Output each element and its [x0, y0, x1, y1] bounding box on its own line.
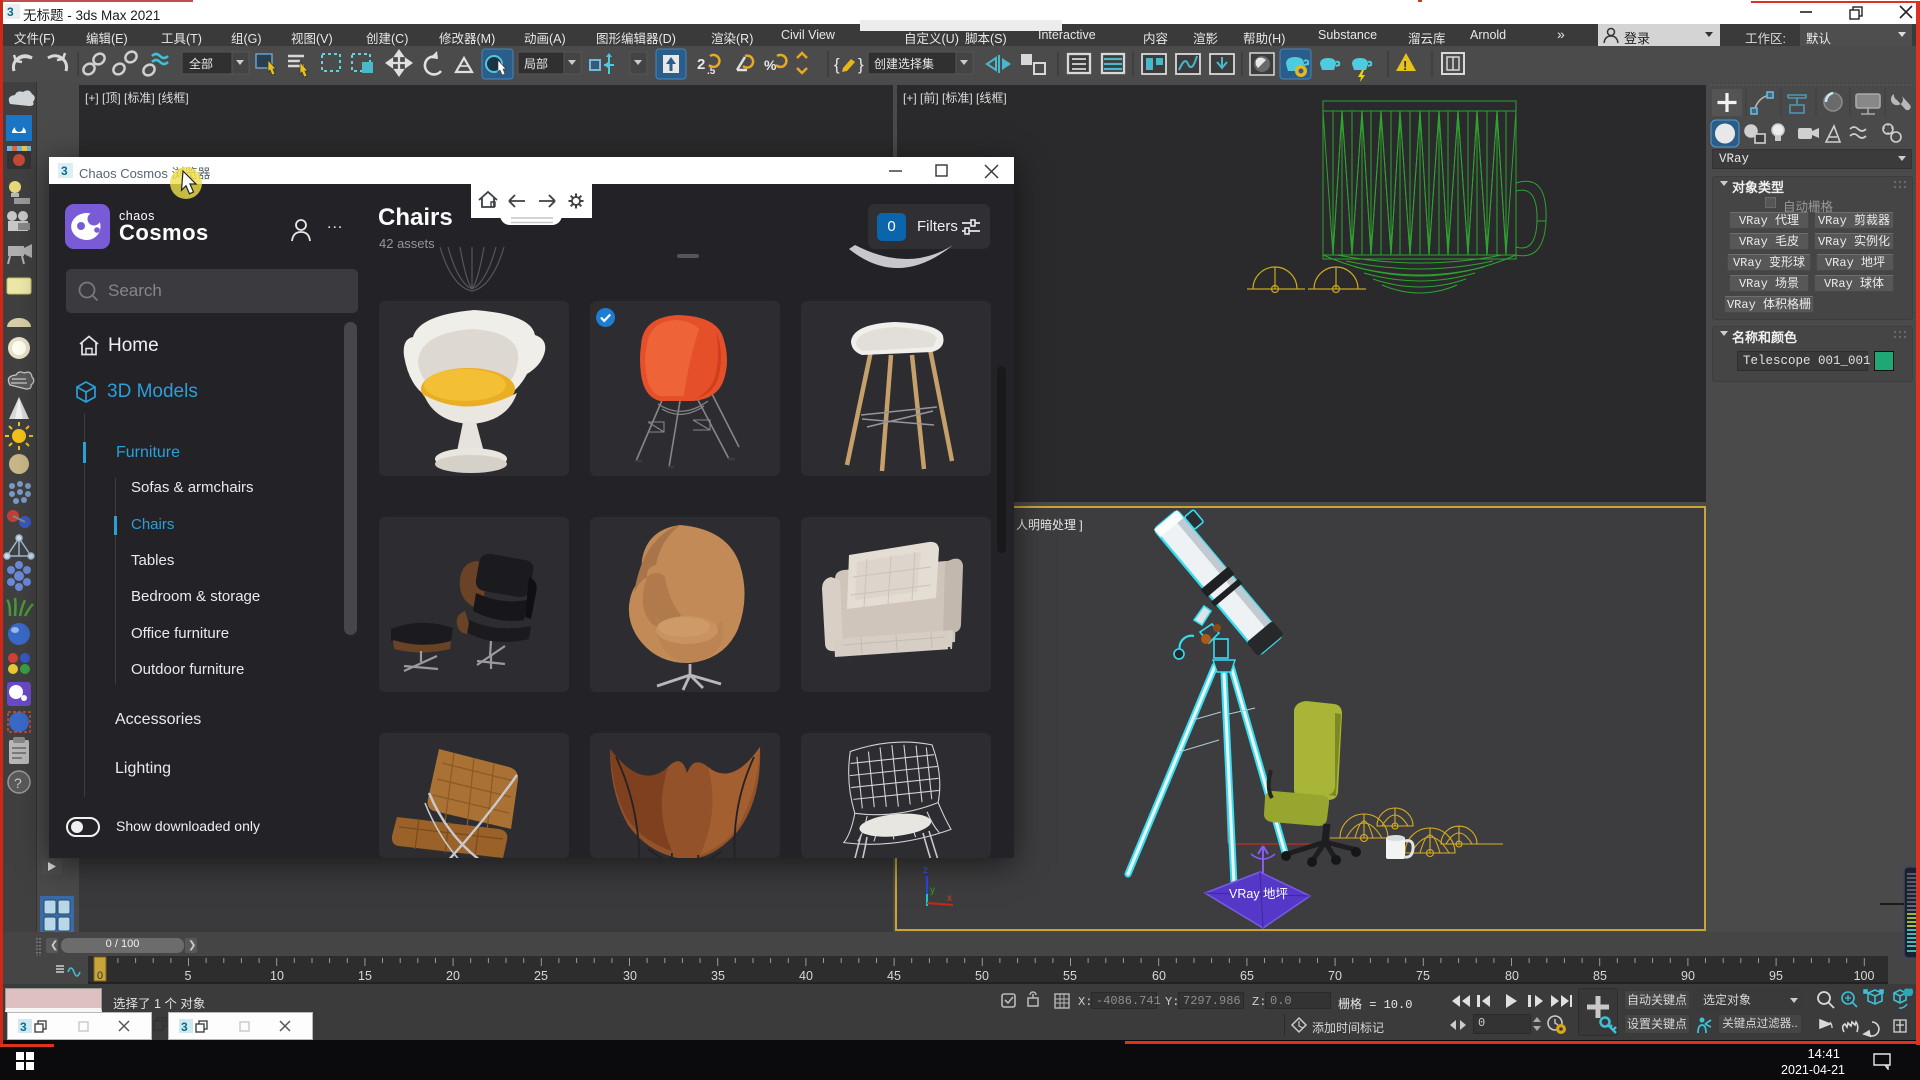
svg-text:90: 90 [1681, 969, 1695, 983]
svg-text:100: 100 [1854, 969, 1875, 983]
svg-text:?: ? [14, 775, 22, 791]
svg-text:75: 75 [1416, 969, 1430, 983]
svg-text:2: 2 [697, 56, 705, 73]
svg-text:创建选择集: 创建选择集 [874, 56, 934, 71]
svg-text:85: 85 [1593, 969, 1607, 983]
svg-text:}: } [858, 55, 864, 74]
svg-text:全部: 全部 [189, 56, 213, 71]
svg-text:{: { [834, 55, 840, 74]
svg-text:x: x [947, 893, 952, 904]
svg-text:40: 40 [799, 969, 813, 983]
svg-text:80: 80 [1505, 969, 1519, 983]
svg-text:y: y [930, 885, 935, 896]
svg-text:z: z [923, 865, 928, 876]
svg-text:10: 10 [270, 969, 284, 983]
svg-text:%: % [764, 57, 777, 73]
svg-text:3: 3 [7, 5, 14, 19]
svg-text:45: 45 [887, 969, 901, 983]
svg-text:35: 35 [711, 969, 725, 983]
svg-text:3: 3 [181, 1020, 188, 1034]
svg-text:15: 15 [358, 969, 372, 983]
svg-text:50: 50 [975, 969, 989, 983]
svg-text:65: 65 [1240, 969, 1254, 983]
svg-text:20: 20 [446, 969, 460, 983]
svg-text:3: 3 [61, 164, 68, 178]
svg-text:!: ! [1403, 58, 1407, 73]
svg-text:3: 3 [20, 1020, 27, 1034]
svg-text:60: 60 [1152, 969, 1166, 983]
svg-text:55: 55 [1063, 969, 1077, 983]
svg-text:25: 25 [534, 969, 548, 983]
svg-text:VRay 地坪: VRay 地坪 [1229, 887, 1288, 901]
svg-text:70: 70 [1328, 969, 1342, 983]
svg-text:5: 5 [185, 969, 192, 983]
svg-text:0: 0 [97, 970, 103, 982]
svg-text:30: 30 [623, 969, 637, 983]
svg-text:局部: 局部 [524, 56, 548, 71]
svg-text:95: 95 [1769, 969, 1783, 983]
